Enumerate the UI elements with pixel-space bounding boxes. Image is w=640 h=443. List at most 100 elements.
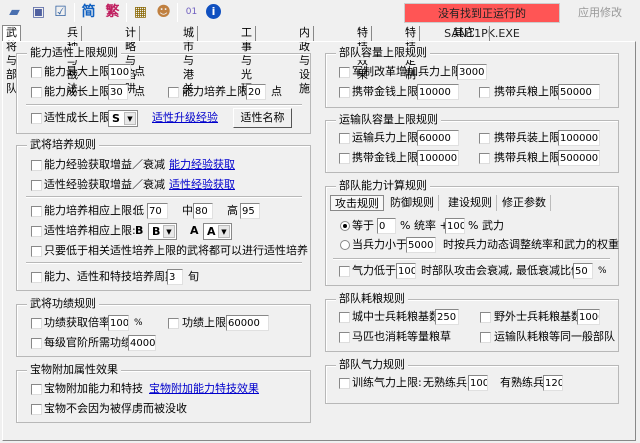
a-select[interactable]: A ▼ <box>203 223 232 240</box>
trans-gold-checkbox[interactable] <box>339 153 350 164</box>
ability-exp-link[interactable]: 能力经验获取 <box>169 158 235 172</box>
binary-icon[interactable]: 01 <box>183 4 200 21</box>
label: 适性培养相应上限: <box>44 224 136 237</box>
traditional-button[interactable]: 繁 <box>104 4 121 21</box>
b-select[interactable]: B ▼ <box>148 223 177 240</box>
subtab-build[interactable]: 建设规则 <box>444 195 497 211</box>
dynamic-radio[interactable] <box>340 240 350 250</box>
ability-exp-checkbox[interactable] <box>31 160 42 171</box>
rank-merit-checkbox[interactable] <box>31 338 42 349</box>
ability-max-checkbox[interactable] <box>31 67 42 78</box>
trans-food-checkbox[interactable] <box>479 153 490 164</box>
no-drill-input[interactable] <box>468 375 488 391</box>
unit-gold-input[interactable] <box>417 84 459 100</box>
label: 只要低于相关适性培养上限的武将都可以进行适性培养 <box>44 244 308 257</box>
morale-threshold-input[interactable] <box>396 263 416 279</box>
food-group: 部队耗粮规则 <box>325 292 619 352</box>
open-folder-icon[interactable]: ▰ <box>6 4 23 21</box>
trans-food-rule-checkbox[interactable] <box>480 332 491 343</box>
group-title: 部队容量上限规则 <box>336 46 430 60</box>
tab-skill-effects[interactable]: 特技效果 <box>354 26 372 81</box>
ability-grow-input[interactable] <box>108 84 128 100</box>
ability-train-input[interactable] <box>246 84 266 100</box>
war-input[interactable] <box>445 218 465 234</box>
tab-schemes-traps[interactable]: 计略与陷阱 <box>122 26 140 95</box>
rank-merit-input[interactable] <box>128 335 156 351</box>
tab-domestic[interactable]: 内政与设施 <box>296 26 314 95</box>
lead-input[interactable] <box>377 218 396 234</box>
apt-exp-checkbox[interactable] <box>31 180 42 191</box>
label: 时部队攻击会衰减, 最低衰减比例 <box>421 264 582 277</box>
city-food-input[interactable] <box>435 309 459 325</box>
apt-train-any-checkbox[interactable] <box>31 246 42 257</box>
trans-gold-input[interactable] <box>417 150 459 166</box>
merit-cap-checkbox[interactable] <box>168 318 179 329</box>
ability-grow-checkbox[interactable] <box>31 87 42 98</box>
field-food-checkbox[interactable] <box>480 312 491 323</box>
horse-food-checkbox[interactable] <box>339 332 350 343</box>
apt-train-cap-checkbox[interactable] <box>31 226 42 237</box>
equal-radio[interactable] <box>340 221 350 231</box>
apt-names-button[interactable]: 适性名称 <box>233 108 292 128</box>
period-checkbox[interactable] <box>31 272 42 283</box>
subtab-attack[interactable]: 攻击规则 <box>330 195 384 211</box>
subtab-modifier[interactable]: 修正参数 <box>498 195 551 211</box>
simplified-button[interactable]: 简 <box>80 4 97 21</box>
group-title: 部队能力计算规则 <box>336 179 430 193</box>
info-icon[interactable]: i <box>206 4 221 19</box>
treasure-bonus-checkbox[interactable] <box>31 384 42 395</box>
trans-equip-input[interactable] <box>558 130 600 146</box>
tab-other[interactable]: 其它 <box>450 26 490 41</box>
mid-input[interactable] <box>193 203 213 219</box>
apt-grow-checkbox[interactable] <box>31 113 42 124</box>
chevron-down-icon: ▼ <box>163 225 175 238</box>
train-cap-checkbox[interactable] <box>31 206 42 217</box>
checklist-icon[interactable]: ☑ <box>52 4 69 21</box>
trans-troops-input[interactable] <box>417 130 459 146</box>
unit-food-input[interactable] <box>558 84 600 100</box>
trans-food-input[interactable] <box>558 150 600 166</box>
san11-icon[interactable]: ▦ <box>132 4 149 21</box>
apt-exp-gain-link[interactable]: 适性经验获取 <box>169 178 235 192</box>
ability-max-input[interactable] <box>108 64 131 80</box>
apply-button[interactable]: 应用修改 <box>565 3 635 23</box>
reform-checkbox[interactable] <box>339 67 350 78</box>
trans-troops-checkbox[interactable] <box>339 133 350 144</box>
unit-gold-checkbox[interactable] <box>339 87 350 98</box>
save-icon[interactable]: ▣ <box>30 4 47 21</box>
drill-input[interactable] <box>543 375 563 391</box>
city-food-checkbox[interactable] <box>339 312 350 323</box>
treasure-effect-link[interactable]: 宝物附加能力特技效果 <box>149 382 259 396</box>
treasure-keep-checkbox[interactable] <box>31 404 42 415</box>
tab-cities-ports[interactable]: 城市与港关 <box>180 26 198 95</box>
merit-rate-input[interactable] <box>108 315 129 331</box>
merit-rate-checkbox[interactable] <box>31 318 42 329</box>
avatar-icon[interactable]: ☻ <box>155 4 172 21</box>
unit-food-checkbox[interactable] <box>479 87 490 98</box>
ability-train-checkbox[interactable] <box>168 87 179 98</box>
period-input[interactable] <box>167 269 183 285</box>
apt-exp-link[interactable]: 适性升级经验 <box>152 111 218 125</box>
reform-input[interactable] <box>457 64 487 80</box>
field-food-input[interactable] <box>577 309 600 325</box>
high-input[interactable] <box>240 203 260 219</box>
label: 适性成长上限 <box>44 111 110 124</box>
label: 宝物附加能力和特技 <box>44 382 143 395</box>
troops-threshold-input[interactable] <box>406 237 436 253</box>
label: 携带金钱上限 <box>352 85 418 98</box>
morale-decay-checkbox[interactable] <box>339 266 350 277</box>
subtab-defense[interactable]: 防御规则 <box>386 195 439 211</box>
min-decay-input[interactable] <box>573 263 593 279</box>
label: B <box>135 224 144 237</box>
tab-generals-units[interactable]: 武将与部队 <box>2 25 21 95</box>
label: 运输队耗粮等同一般部队 <box>494 330 615 343</box>
morale-cap-checkbox[interactable] <box>339 378 350 389</box>
apt-grow-select[interactable]: S ▼ <box>108 110 138 127</box>
tab-troops-tactics[interactable]: 兵种与战法 <box>64 26 82 95</box>
group-title: 能力适性上限规则 <box>27 46 121 60</box>
low-input[interactable] <box>147 203 168 219</box>
tab-works-aura[interactable]: 工事与光环 <box>238 26 256 95</box>
trans-equip-checkbox[interactable] <box>479 133 490 144</box>
merit-cap-input[interactable] <box>226 315 269 331</box>
tab-skill-custom[interactable]: 特技定制 <box>402 26 420 81</box>
